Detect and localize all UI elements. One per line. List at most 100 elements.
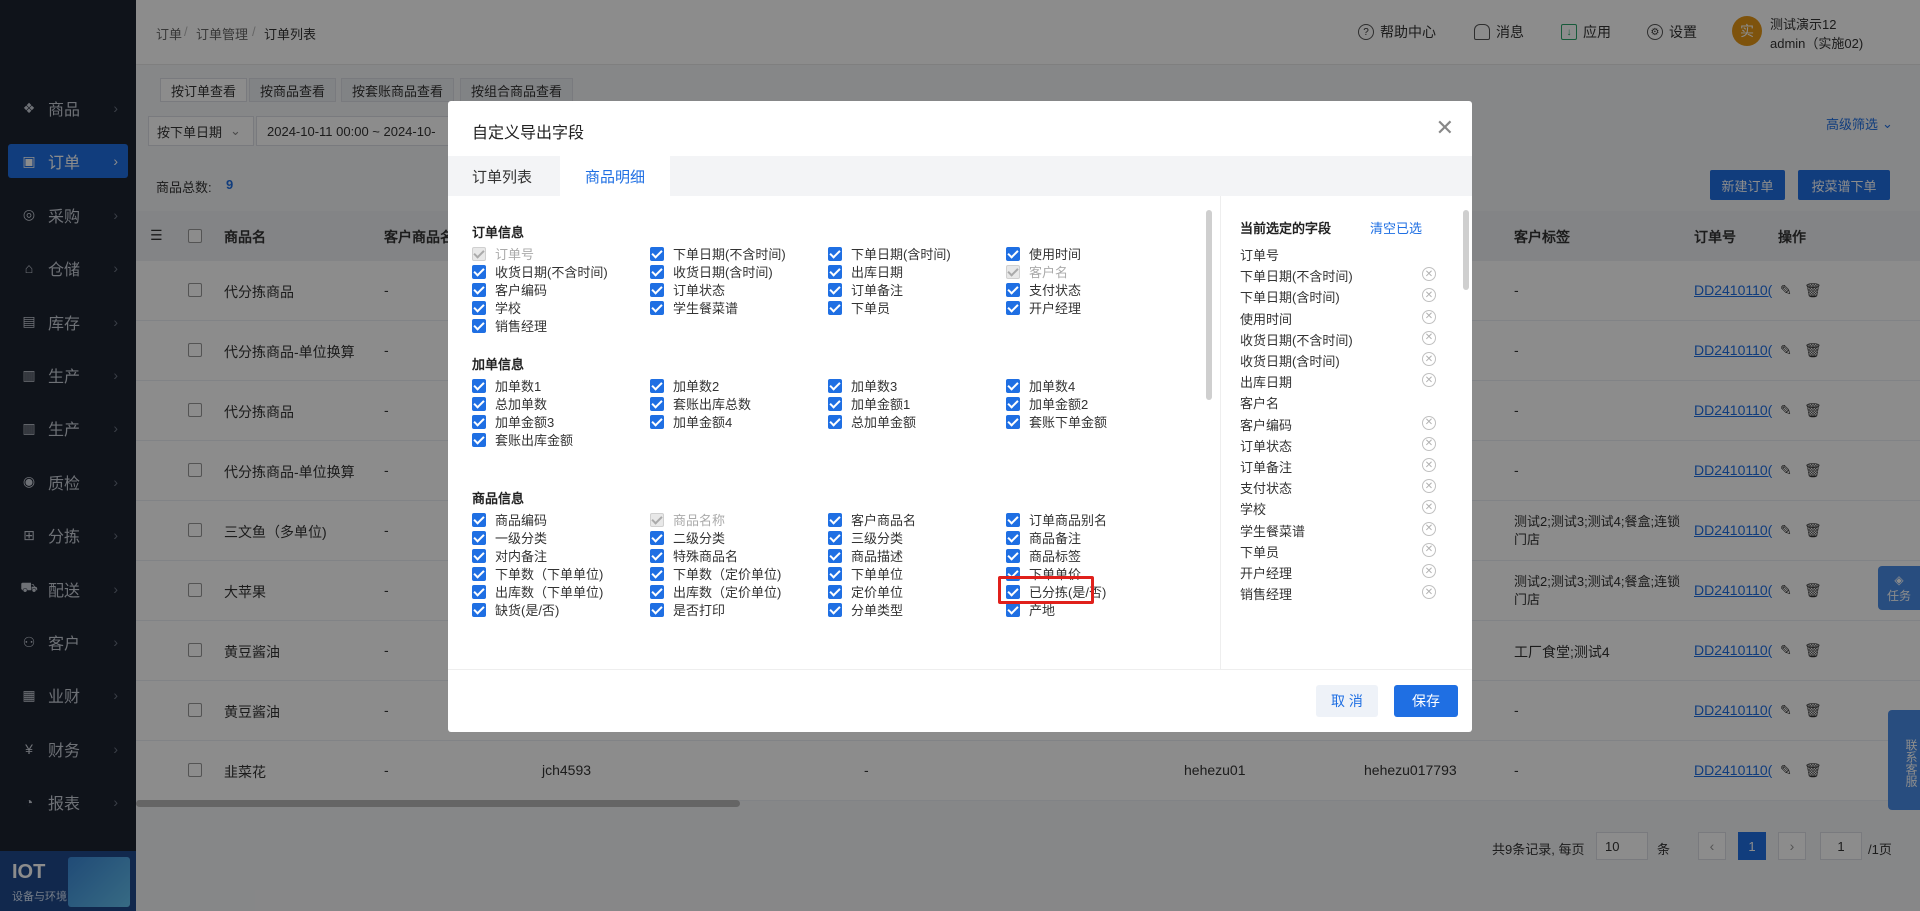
field-option[interactable]: 加单金额4: [650, 412, 732, 431]
checkbox-icon[interactable]: [828, 602, 842, 617]
selected-scrollbar[interactable]: [1463, 210, 1469, 290]
checkbox-icon[interactable]: [472, 318, 486, 333]
remove-icon[interactable]: ✕: [1422, 267, 1436, 282]
checkbox-icon[interactable]: [472, 300, 486, 315]
checkbox-icon[interactable]: [650, 264, 664, 279]
field-option[interactable]: 开户经理: [1006, 298, 1081, 317]
field-option[interactable]: 分单类型: [828, 600, 903, 619]
checkbox-icon[interactable]: [472, 282, 486, 297]
checkbox-icon[interactable]: [828, 282, 842, 297]
checkbox-icon[interactable]: [472, 264, 486, 279]
remove-icon[interactable]: ✕: [1422, 500, 1436, 515]
field-option[interactable]: 定价单位: [828, 582, 903, 601]
field-option[interactable]: 订单状态: [650, 280, 725, 299]
field-option[interactable]: 是否打印: [650, 600, 725, 619]
checkbox-icon[interactable]: [828, 512, 842, 527]
options-scrollbar[interactable]: [1206, 210, 1212, 400]
field-option[interactable]: 订单商品别名: [1006, 510, 1107, 529]
clear-selected-button[interactable]: 清空已选: [1370, 218, 1422, 237]
field-option[interactable]: 使用时间: [1006, 244, 1081, 263]
save-button[interactable]: 保存: [1394, 685, 1458, 717]
field-option[interactable]: 加单数3: [828, 376, 897, 395]
field-option[interactable]: 学生餐菜谱: [650, 298, 738, 317]
close-icon[interactable]: ✕: [1436, 115, 1454, 141]
remove-icon[interactable]: ✕: [1422, 309, 1436, 324]
field-option[interactable]: 销售经理: [472, 316, 547, 335]
checkbox-icon[interactable]: [1006, 602, 1020, 617]
field-option[interactable]: 下单单位: [828, 564, 903, 583]
field-option[interactable]: 商品备注: [1006, 528, 1081, 547]
field-option[interactable]: 套账下单金额: [1006, 412, 1107, 431]
field-option[interactable]: 下单数（定价单位): [650, 564, 781, 583]
checkbox-icon[interactable]: [650, 300, 664, 315]
checkbox-icon[interactable]: [828, 566, 842, 581]
remove-icon[interactable]: ✕: [1422, 352, 1436, 366]
checkbox-icon[interactable]: [1006, 282, 1020, 297]
checkbox-icon[interactable]: [1006, 300, 1020, 315]
field-option[interactable]: 特殊商品名: [650, 546, 738, 565]
checkbox-icon[interactable]: [472, 512, 486, 527]
checkbox-icon[interactable]: [828, 530, 842, 545]
remove-icon[interactable]: ✕: [1422, 458, 1436, 472]
checkbox-icon[interactable]: [1006, 246, 1020, 261]
field-option[interactable]: 一级分类: [472, 528, 547, 547]
checkbox-icon[interactable]: [1006, 548, 1020, 563]
remove-icon[interactable]: ✕: [1422, 542, 1436, 557]
checkbox-icon[interactable]: [650, 530, 664, 545]
remove-icon[interactable]: ✕: [1422, 585, 1436, 600]
field-option[interactable]: 收货日期(含时间): [650, 262, 773, 281]
field-option[interactable]: 套账出库金额: [472, 430, 573, 449]
checkbox-icon[interactable]: [650, 246, 664, 261]
checkbox-icon[interactable]: [650, 566, 664, 581]
checkbox-icon[interactable]: [828, 264, 842, 279]
checkbox-icon[interactable]: [650, 282, 664, 297]
field-option[interactable]: 三级分类: [828, 528, 903, 547]
field-option[interactable]: 二级分类: [650, 528, 725, 547]
remove-icon[interactable]: ✕: [1422, 479, 1436, 494]
field-option[interactable]: 加单金额1: [828, 394, 910, 413]
field-option[interactable]: 出库数（定价单位): [650, 582, 781, 601]
field-option[interactable]: 商品编码: [472, 510, 547, 529]
checkbox-icon[interactable]: [472, 602, 486, 617]
checkbox-icon[interactable]: [828, 246, 842, 261]
checkbox-icon[interactable]: [828, 414, 842, 429]
field-option[interactable]: 加单金额2: [1006, 394, 1088, 413]
field-option[interactable]: 下单日期(含时间): [828, 244, 951, 263]
field-option[interactable]: 下单员: [828, 298, 890, 317]
tab-goods-detail[interactable]: 商品明细: [560, 156, 670, 196]
checkbox-icon[interactable]: [1006, 512, 1020, 527]
checkbox-icon[interactable]: [650, 378, 664, 393]
remove-icon[interactable]: ✕: [1422, 415, 1436, 430]
field-option[interactable]: 缺货(是/否): [472, 600, 559, 619]
field-option[interactable]: 出库数（下单单位): [472, 582, 603, 601]
checkbox-icon[interactable]: [828, 300, 842, 315]
remove-icon[interactable]: ✕: [1422, 521, 1436, 536]
checkbox-icon[interactable]: [472, 414, 486, 429]
field-option[interactable]: 商品标签: [1006, 546, 1081, 565]
checkbox-icon[interactable]: [472, 378, 486, 393]
checkbox-icon[interactable]: [472, 530, 486, 545]
field-option[interactable]: 加单数2: [650, 376, 719, 395]
checkbox-icon[interactable]: [472, 548, 486, 563]
cancel-button[interactable]: 取 消: [1316, 685, 1378, 717]
checkbox-icon[interactable]: [650, 414, 664, 429]
checkbox-icon[interactable]: [472, 566, 486, 581]
field-option[interactable]: 加单金额3: [472, 412, 554, 431]
checkbox-icon[interactable]: [828, 548, 842, 563]
checkbox-icon[interactable]: [1006, 530, 1020, 545]
field-option[interactable]: 学校: [472, 298, 521, 317]
remove-icon[interactable]: ✕: [1422, 564, 1436, 578]
checkbox-icon[interactable]: [472, 432, 486, 447]
field-option[interactable]: 客户商品名: [828, 510, 916, 529]
field-option[interactable]: 总加单金额: [828, 412, 916, 431]
checkbox-icon[interactable]: [1006, 396, 1020, 411]
checkbox-icon[interactable]: [1006, 378, 1020, 393]
checkbox-icon[interactable]: [472, 584, 486, 599]
field-option[interactable]: 下单日期(不含时间): [650, 244, 786, 263]
tab-order-list[interactable]: 订单列表: [472, 156, 532, 196]
remove-icon[interactable]: ✕: [1422, 373, 1436, 388]
field-option[interactable]: 商品描述: [828, 546, 903, 565]
field-option[interactable]: 客户编码: [472, 280, 547, 299]
field-option[interactable]: 对内备注: [472, 546, 547, 565]
checkbox-icon[interactable]: [828, 584, 842, 599]
